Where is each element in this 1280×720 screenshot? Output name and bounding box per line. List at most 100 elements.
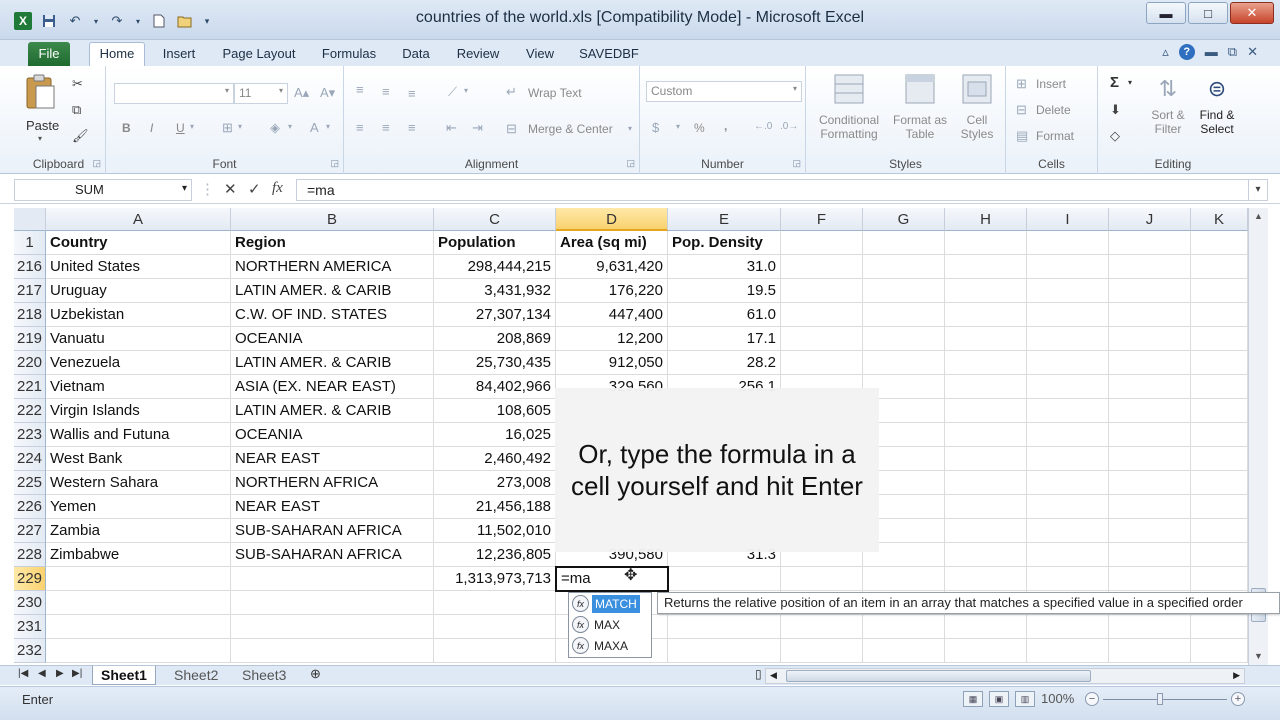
wrap-text-button[interactable]: Wrap Text: [528, 86, 582, 100]
cell[interactable]: [781, 327, 863, 351]
population-cell[interactable]: 16,025: [434, 423, 556, 447]
cell[interactable]: [1109, 279, 1191, 303]
header-cell[interactable]: Pop. Density: [668, 231, 781, 255]
region-cell[interactable]: SUB-SAHARAN AFRICA: [231, 519, 434, 543]
maximize-button[interactable]: □: [1188, 2, 1228, 24]
cell[interactable]: [668, 615, 781, 639]
row-header[interactable]: 232: [14, 639, 46, 663]
country-cell[interactable]: Vietnam: [46, 375, 231, 399]
cell[interactable]: [1109, 231, 1191, 255]
cell[interactable]: [1191, 399, 1248, 423]
cell[interactable]: [1027, 567, 1109, 591]
population-cell[interactable]: 108,605: [434, 399, 556, 423]
cell[interactable]: [781, 231, 863, 255]
page-break-view-icon[interactable]: ▥: [1015, 691, 1035, 707]
cell[interactable]: [1191, 471, 1248, 495]
minimize-ribbon-icon[interactable]: ▵: [1162, 44, 1169, 60]
tab-home[interactable]: Home: [89, 42, 145, 67]
scroll-up-icon[interactable]: ▲: [1249, 208, 1268, 225]
cell[interactable]: [1191, 615, 1248, 639]
cell[interactable]: [1027, 279, 1109, 303]
cell[interactable]: [1027, 351, 1109, 375]
underline-dropdown-icon[interactable]: ▾: [190, 122, 194, 131]
cell[interactable]: [781, 255, 863, 279]
cell[interactable]: [1027, 519, 1109, 543]
center-icon[interactable]: ≡: [382, 120, 390, 135]
number-format-combo[interactable]: Custom ▾: [646, 81, 802, 102]
cell[interactable]: [1027, 495, 1109, 519]
scroll-left-icon[interactable]: ◀: [770, 670, 777, 681]
row-header[interactable]: 221: [14, 375, 46, 399]
close-button[interactable]: ✕: [1230, 2, 1274, 24]
country-cell[interactable]: Yemen: [46, 495, 231, 519]
cell[interactable]: [863, 639, 945, 663]
format-cells-button[interactable]: Format: [1036, 129, 1074, 143]
alignment-launcher-icon[interactable]: ◲: [626, 158, 635, 169]
active-cell-editor[interactable]: =ma: [555, 566, 669, 592]
font-size-combo[interactable]: 11 ▾: [234, 83, 288, 104]
decrease-indent-icon[interactable]: ⇤: [446, 120, 457, 136]
zoom-slider[interactable]: − +: [1085, 691, 1245, 707]
column-header-j[interactable]: J: [1109, 208, 1191, 231]
autocomplete-item[interactable]: fx MAX: [569, 614, 651, 635]
italic-button[interactable]: I: [150, 121, 153, 135]
cell[interactable]: [945, 639, 1027, 663]
sheet-tab-sheet3[interactable]: Sheet3: [234, 666, 294, 685]
density-cell[interactable]: 17.1: [668, 327, 781, 351]
cell[interactable]: [1109, 495, 1191, 519]
cell[interactable]: [1027, 471, 1109, 495]
cell[interactable]: [945, 495, 1027, 519]
population-cell[interactable]: 3,431,932: [434, 279, 556, 303]
fill-color-dropdown-icon[interactable]: ▾: [288, 122, 292, 131]
country-cell[interactable]: West Bank: [46, 447, 231, 471]
cell[interactable]: [1027, 639, 1109, 663]
grow-font-icon[interactable]: A▴: [294, 85, 309, 101]
tab-review[interactable]: Review: [455, 44, 501, 66]
cell[interactable]: [1109, 375, 1191, 399]
country-cell[interactable]: Virgin Islands: [46, 399, 231, 423]
cell[interactable]: [1109, 327, 1191, 351]
row-header[interactable]: 224: [14, 447, 46, 471]
number-launcher-icon[interactable]: ◲: [792, 158, 801, 169]
underline-button[interactable]: U: [176, 121, 185, 135]
cell[interactable]: [863, 231, 945, 255]
fill-color-icon[interactable]: ◈: [270, 120, 280, 136]
country-cell[interactable]: United States: [46, 255, 231, 279]
conditional-formatting-button[interactable]: Conditional Formatting: [812, 74, 886, 150]
middle-align-icon[interactable]: ≡: [382, 84, 390, 99]
cell[interactable]: [1191, 543, 1248, 567]
row-header[interactable]: 218: [14, 303, 46, 327]
workbook-close-icon[interactable]: ✕: [1247, 44, 1258, 60]
fill-icon[interactable]: ⬇: [1110, 102, 1121, 118]
cell[interactable]: [1191, 279, 1248, 303]
population-cell[interactable]: 27,307,134: [434, 303, 556, 327]
cell[interactable]: [434, 639, 556, 663]
cell[interactable]: [1027, 615, 1109, 639]
clear-icon[interactable]: ◇: [1110, 128, 1120, 144]
zoom-level[interactable]: 100%: [1041, 691, 1074, 706]
population-cell[interactable]: 84,402,966: [434, 375, 556, 399]
zoom-out-icon[interactable]: −: [1085, 692, 1099, 706]
format-as-table-button[interactable]: Format as Table: [888, 74, 952, 150]
row-header[interactable]: 220: [14, 351, 46, 375]
decrease-decimal-icon[interactable]: .0→: [780, 121, 798, 132]
orientation-icon[interactable]: ⟋: [448, 84, 457, 100]
cell[interactable]: [1109, 303, 1191, 327]
cell[interactable]: [1109, 543, 1191, 567]
density-cell[interactable]: 19.5: [668, 279, 781, 303]
cell[interactable]: [945, 447, 1027, 471]
tab-insert[interactable]: Insert: [160, 44, 198, 66]
sort-filter-button[interactable]: ⇅ Sort & Filter: [1146, 76, 1190, 152]
zoom-slider-knob[interactable]: [1157, 693, 1164, 705]
cell[interactable]: [1191, 231, 1248, 255]
cell[interactable]: [945, 423, 1027, 447]
cell[interactable]: [781, 279, 863, 303]
orientation-dropdown-icon[interactable]: ▾: [464, 86, 468, 95]
clipboard-launcher-icon[interactable]: ◲: [92, 158, 101, 169]
cell[interactable]: [1027, 423, 1109, 447]
cell[interactable]: [46, 639, 231, 663]
population-cell[interactable]: 273,008: [434, 471, 556, 495]
column-header-f[interactable]: F: [781, 208, 863, 231]
top-align-icon[interactable]: ≡: [356, 82, 364, 97]
country-cell[interactable]: Western Sahara: [46, 471, 231, 495]
